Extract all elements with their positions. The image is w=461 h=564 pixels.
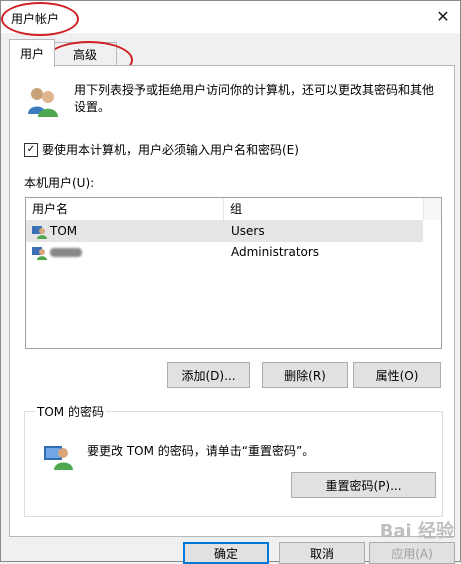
require-login-checkbox[interactable]: ✓ — [24, 142, 38, 157]
user-password-icon — [44, 446, 73, 470]
tab-advanced-label: 高级 — [72, 48, 97, 62]
close-button[interactable]: ✕ — [430, 5, 456, 27]
user-accounts-dialog: 用户帐户 ✕ 用户 高级 用下列表授予或拒绝用户访问你的计算机，还可以更改其密码… — [0, 0, 461, 564]
tab-advanced[interactable]: 高级 — [53, 42, 117, 66]
table-row[interactable]: Administrators — [26, 242, 423, 263]
listview-scroll-corner — [423, 198, 441, 220]
user-group: Users — [231, 224, 265, 238]
column-header-group[interactable]: 组 — [224, 198, 423, 220]
user-name: TOM — [50, 224, 78, 238]
tab-users[interactable]: 用户 — [9, 39, 56, 67]
password-groupbox: TOM 的密码 要更改 TOM 的密码，请单击“重置密码”。 重置密码(P)..… — [24, 403, 443, 517]
reset-password-button[interactable]: 重置密码(P)... — [291, 472, 436, 498]
password-instructions: 要更改 TOM 的密码，请单击“重置密码”。 — [87, 444, 315, 458]
close-icon: ✕ — [436, 6, 450, 26]
user-icon — [32, 226, 47, 239]
table-row[interactable]: TOM Users — [26, 221, 423, 242]
password-groupbox-title: TOM 的密码 — [35, 403, 106, 420]
users-icon — [28, 88, 58, 117]
require-login-label: 要使用本计算机，用户必须输入用户名和密码(E) — [42, 143, 299, 157]
ok-button[interactable]: 确定 — [183, 542, 269, 564]
user-icon — [32, 247, 47, 260]
column-header-username[interactable]: 用户名 — [26, 198, 224, 220]
user-group: Administrators — [231, 245, 320, 259]
listview-header: 用户名 组 — [26, 198, 423, 221]
properties-button[interactable]: 属性(O) — [353, 362, 441, 388]
window-title: 用户帐户 — [11, 12, 60, 26]
intro-text: 用下列表授予或拒绝用户访问你的计算机，还可以更改其密码和其他设置。 — [74, 83, 435, 114]
users-tab-panel: 用下列表授予或拒绝用户访问你的计算机，还可以更改其密码和其他设置。 ✓ 要使用本… — [9, 65, 455, 537]
add-user-button[interactable]: 添加(D)... — [167, 362, 250, 388]
apply-button[interactable]: 应用(A) — [369, 542, 455, 564]
title-bar: 用户帐户 ✕ — [1, 1, 460, 33]
cancel-button[interactable]: 取消 — [279, 542, 365, 564]
remove-user-button[interactable]: 删除(R) — [262, 362, 348, 388]
require-login-row[interactable]: ✓ 要使用本计算机，用户必须输入用户名和密码(E) — [24, 141, 299, 158]
user-name-redacted — [50, 242, 82, 263]
users-listview[interactable]: 用户名 组 TOM Users Administrators — [25, 197, 442, 349]
baidu-watermark: Bai 经验 — [379, 521, 454, 542]
local-users-label: 本机用户(U): — [24, 176, 95, 190]
redaction-blur — [50, 248, 82, 257]
tab-users-label: 用户 — [20, 47, 45, 61]
